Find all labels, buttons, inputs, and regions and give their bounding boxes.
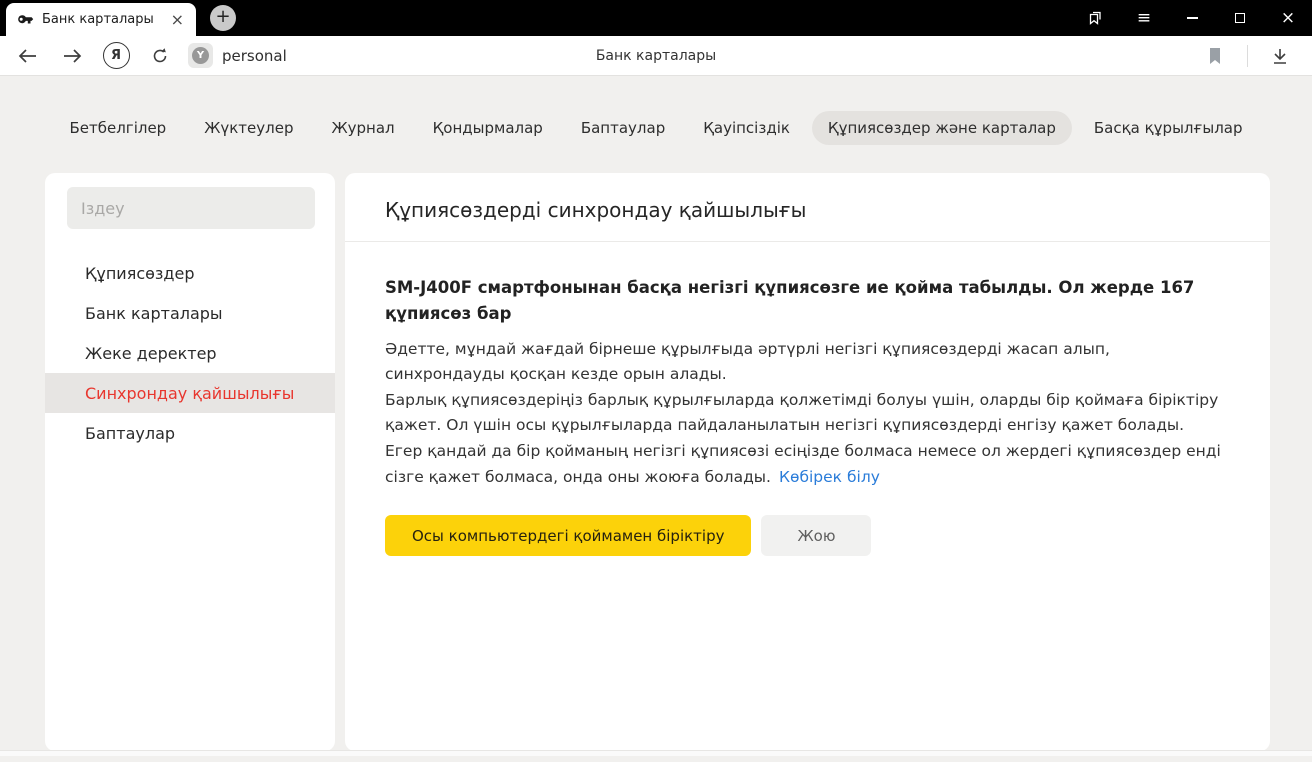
tab-bookmarks[interactable]: Бетбелгілер [53, 111, 182, 145]
sidebar-item-label: Құпиясөздер [85, 264, 194, 283]
delete-vault-button[interactable]: Жою [761, 515, 871, 556]
toolbar-divider [1247, 45, 1248, 67]
panel-title: Құпиясөздерді синхрондау қайшылығы [345, 173, 1270, 242]
back-button[interactable] [6, 36, 50, 76]
profile-chip[interactable]: Y personal [188, 43, 287, 68]
minimize-icon [1187, 17, 1198, 19]
learn-more-link[interactable]: Көбірек білу [779, 468, 880, 486]
conflict-heading: SM-J400F смартфонынан басқа негізгі құпи… [385, 275, 1230, 328]
tab-title: Банк карталары [42, 12, 167, 27]
sidebar-item-settings[interactable]: Баптаулар [45, 413, 335, 453]
conflict-paragraph-2: Барлық құпиясөздеріңіз барлық құрылғылар… [385, 388, 1230, 439]
yandex-logo-icon: Я [103, 42, 130, 69]
forward-arrow-icon [62, 48, 82, 64]
browser-tab-bank-cards[interactable]: Банк карталары × [6, 3, 196, 36]
maximize-button[interactable] [1216, 0, 1264, 36]
window-bottom-edge [0, 750, 1312, 756]
tab-security[interactable]: Қауіпсіздік [687, 111, 806, 145]
tab-downloads[interactable]: Жүктеулер [188, 111, 309, 145]
sidebar-item-passwords[interactable]: Құпиясөздер [45, 253, 335, 293]
sidebar-item-label: Баптаулар [85, 424, 175, 443]
search-input[interactable] [67, 187, 315, 229]
settings-page: Бетбелгілер Жүктеулер Журнал Қондырмалар… [0, 77, 1312, 756]
yandex-home-button[interactable]: Я [94, 36, 138, 76]
tab-bar: Банк карталары × + ≡ × [0, 0, 1312, 36]
sidebar-item-personal-data[interactable]: Жеке деректер [45, 333, 335, 373]
sidebar-item-sync-conflict[interactable]: Синхрондау қайшылығы [45, 373, 335, 413]
tab-close-icon[interactable]: × [167, 10, 188, 30]
close-window-button[interactable]: × [1264, 0, 1312, 36]
tab-passwords-and-cards[interactable]: Құпиясөздер және карталар [812, 111, 1072, 145]
passwords-sidebar: Құпиясөздер Банк карталары Жеке деректер… [45, 173, 335, 751]
tab-other-devices[interactable]: Басқа құрылғылар [1078, 111, 1259, 145]
sidebar-item-bank-cards[interactable]: Банк карталары [45, 293, 335, 333]
sidebar-item-label: Жеке деректер [85, 344, 217, 363]
sidebar-item-label: Синхрондау қайшылығы [85, 384, 294, 403]
tab-history[interactable]: Журнал [315, 111, 410, 145]
browser-window: Банк карталары × + ≡ × Банк [0, 0, 1312, 762]
forward-button[interactable] [50, 36, 94, 76]
conflict-paragraph-3: Егер қандай да бір қойманың негізгі құпи… [385, 439, 1230, 490]
bookmark-button[interactable] [1193, 36, 1237, 76]
conflict-paragraph-1: Әдетте, мұндай жағдай бірнеше құрылғыда … [385, 337, 1230, 388]
settings-nav-tabs: Бетбелгілер Жүктеулер Журнал Қондырмалар… [0, 111, 1312, 145]
refresh-icon [151, 47, 169, 65]
side-panels-button[interactable] [1072, 0, 1120, 36]
profile-name: personal [222, 47, 287, 65]
tab-settings[interactable]: Баптаулар [565, 111, 681, 145]
sync-conflict-panel: Құпиясөздерді синхрондау қайшылығы SM-J4… [345, 173, 1270, 751]
back-arrow-icon [18, 48, 38, 64]
close-window-icon: × [1281, 10, 1295, 27]
new-tab-button[interactable]: + [210, 5, 236, 31]
merge-vault-button[interactable]: Осы компьютердегі қоймамен біріктіру [385, 515, 751, 556]
minimize-button[interactable] [1168, 0, 1216, 36]
sidebar-menu: Құпиясөздер Банк карталары Жеке деректер… [45, 253, 335, 453]
sidebar-item-label: Банк карталары [85, 304, 223, 323]
browser-menu-button[interactable]: ≡ [1120, 0, 1168, 36]
download-icon [1271, 47, 1289, 65]
key-favicon-icon [18, 12, 34, 28]
panels-icon [1088, 10, 1104, 26]
profile-avatar-icon: Y [192, 47, 209, 64]
bookmark-icon [1208, 47, 1222, 65]
tab-extensions[interactable]: Қондырмалар [417, 111, 559, 145]
maximize-icon [1235, 13, 1245, 23]
navigation-toolbar: Банк карталары Я [0, 36, 1312, 76]
refresh-button[interactable] [138, 36, 182, 76]
protect-badge: Y [188, 43, 213, 68]
menu-icon: ≡ [1137, 8, 1151, 28]
downloads-button[interactable] [1258, 36, 1302, 76]
